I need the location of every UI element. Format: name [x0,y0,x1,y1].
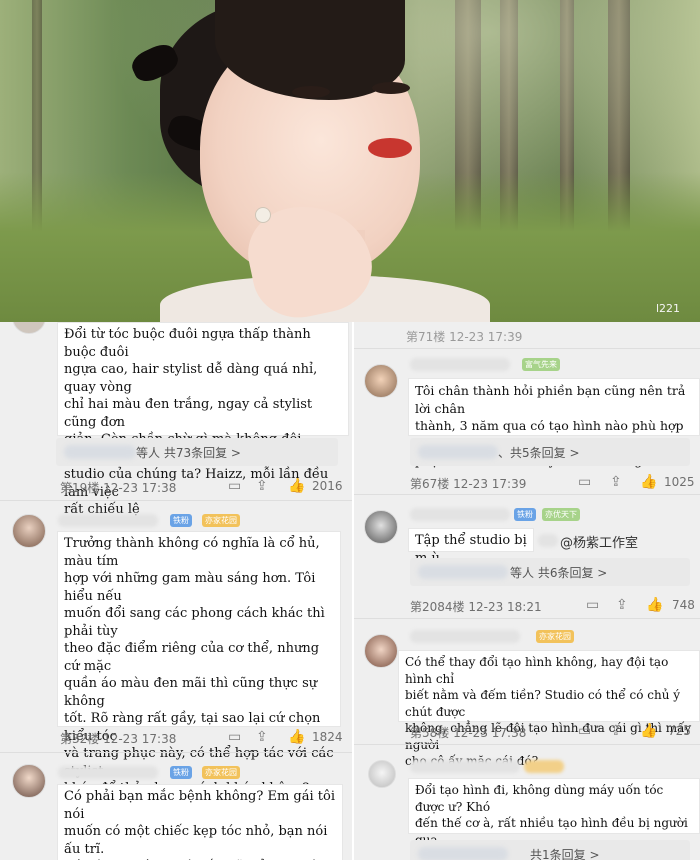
share-icon[interactable]: ⇪ [610,474,622,490]
comment-icon[interactable]: ▭ [586,597,599,613]
avatar[interactable] [364,364,398,398]
reply-summary[interactable]: 共1条回复 > [410,840,690,860]
comment-icon[interactable]: ▭ [578,474,591,490]
avatar[interactable] [368,760,396,788]
comment-icon[interactable]: ▭ [228,478,241,494]
like-count: 1824 [312,730,343,744]
reply-summary[interactable]: 等人 共73条回复 > [56,438,338,466]
avatar[interactable] [12,764,46,798]
comment-icon[interactable]: ▭ [578,723,591,739]
share-icon[interactable]: ⇪ [610,723,622,739]
like-icon[interactable]: 👍 [646,597,663,613]
reply-summary[interactable]: 、共5条回复 > [410,438,690,466]
avatar[interactable] [12,322,46,334]
hero-photo: l221 [0,0,700,322]
fan-badge: 铁粉 [170,514,192,527]
watermark: l221 [656,302,681,315]
share-icon[interactable]: ⇪ [256,729,268,745]
comment-text: Tập thể studio bị m.ù [408,528,534,566]
avatar[interactable] [12,514,46,548]
share-icon[interactable]: ⇪ [616,597,628,613]
avatar[interactable] [364,510,398,544]
like-icon[interactable]: 👍 [640,723,657,739]
fan-badge: 铁粉 [170,766,192,779]
like-count: 725 [668,724,691,738]
comment-text: Có thể thay đổi tạo hình không, hay đội … [398,650,700,768]
studio-mention[interactable]: @杨紫工作室 [560,532,638,551]
comment-text: Có phải bạn mắc bệnh không? Em gái tôi n… [57,784,343,860]
like-count: 1025 [664,475,695,489]
fan-badge: 铁粉 [514,508,536,521]
like-icon[interactable]: 👍 [640,474,657,490]
reply-summary[interactable]: 等人 共6条回复 > [410,558,690,586]
comment-text: Tôi chân thành hỏi phiền bạn cũng nên tr… [408,378,700,468]
group-badge: 富气先来 [522,358,560,371]
group-badge: 亦家花园 [202,514,240,527]
comment-text: Đổi từ tóc buộc đuôi ngựa thấp thành buộ… [57,322,349,517]
like-count: 2016 [312,479,343,493]
like-count: 748 [672,598,695,612]
comment-icon[interactable]: ▭ [228,729,241,745]
avatar[interactable] [364,634,398,668]
comment-text: Đổi tạo hình đi, không dùng máy uốn tóc … [408,778,700,860]
left-comment-column: Đổi từ tóc buộc đuôi ngựa thấp thành buộ… [0,322,352,860]
like-icon[interactable]: 👍 [288,478,305,494]
comment-text: Trưởng thành không có nghĩa là cổ hủ, mà… [57,531,341,860]
like-icon[interactable]: 👍 [288,729,305,745]
group-badge: 亦家花园 [202,766,240,779]
right-comment-column: 第71楼 12-23 17:39 富气先来 Tôi chân thành hỏi… [352,322,700,860]
group-badge: 亦优天下 [542,508,580,521]
group-badge: 亦家花园 [536,630,574,643]
share-icon[interactable]: ⇪ [256,478,268,494]
